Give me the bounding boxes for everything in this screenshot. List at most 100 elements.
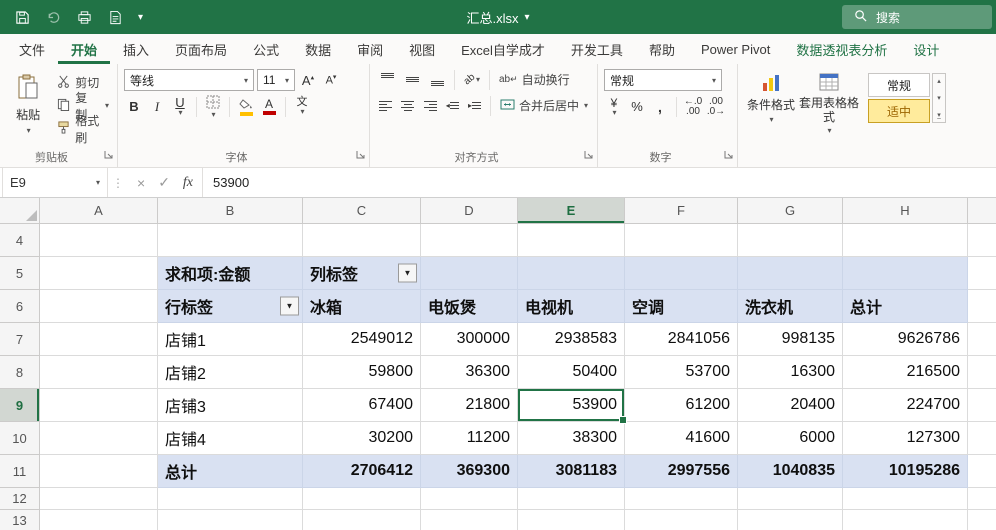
column-filter-button[interactable]: ▼: [398, 264, 417, 283]
cell-d13[interactable]: [421, 510, 518, 530]
tab-design[interactable]: 设计: [900, 34, 952, 64]
cell-b13[interactable]: [158, 510, 303, 530]
cell-a13[interactable]: [40, 510, 158, 530]
font-name-combo[interactable]: 等线 ▾: [124, 69, 254, 91]
decrease-decimal-button[interactable]: .00.0→: [706, 96, 726, 117]
cell-e12[interactable]: [518, 488, 625, 510]
cell-d6[interactable]: 电饭煲: [421, 290, 518, 323]
cell-a8[interactable]: [40, 356, 158, 389]
cell-d11[interactable]: 369300: [421, 455, 518, 488]
customize-qat-chevron-icon[interactable]: ▾: [138, 12, 143, 23]
insert-function-icon[interactable]: fx: [183, 175, 193, 191]
tab-developer[interactable]: 开发工具: [558, 34, 636, 64]
cell-d10[interactable]: 11200: [421, 422, 518, 455]
cell-a7[interactable]: [40, 323, 158, 356]
font-size-combo[interactable]: 11 ▾: [257, 69, 295, 91]
cell-h11[interactable]: 10195286: [843, 455, 968, 488]
accounting-format-button[interactable]: ¥▾: [604, 96, 624, 117]
cell-a9[interactable]: [40, 389, 158, 422]
cell-d12[interactable]: [421, 488, 518, 510]
row-header-6[interactable]: 6: [0, 290, 40, 323]
cell-style-moderate[interactable]: 适中: [868, 99, 930, 123]
cell-b11-total-label[interactable]: 总计: [158, 455, 303, 488]
cell-g4[interactable]: [738, 224, 843, 257]
cell-f6[interactable]: 空调: [625, 290, 738, 323]
title-dropdown-icon[interactable]: ▾: [524, 12, 529, 23]
column-header-f[interactable]: F: [625, 198, 738, 224]
cell-g11[interactable]: 1040835: [738, 455, 843, 488]
align-middle-button[interactable]: [401, 69, 423, 90]
cell-d5[interactable]: [421, 257, 518, 290]
cell-g9[interactable]: 20400: [738, 389, 843, 422]
row-header-11[interactable]: 11: [0, 455, 40, 488]
cell-c6[interactable]: 冰箱: [303, 290, 421, 323]
cell-g7[interactable]: 998135: [738, 323, 843, 356]
cell-e7[interactable]: 2938583: [518, 323, 625, 356]
cell-i9[interactable]: [968, 389, 996, 422]
row-header-4[interactable]: 4: [0, 224, 40, 257]
borders-button[interactable]: ▾: [203, 96, 223, 117]
cell-b8[interactable]: 店铺2: [158, 356, 303, 389]
cell-e4[interactable]: [518, 224, 625, 257]
cell-a6[interactable]: [40, 290, 158, 323]
align-bottom-button[interactable]: [426, 69, 448, 90]
cell-g10[interactable]: 6000: [738, 422, 843, 455]
cell-e10[interactable]: 38300: [518, 422, 625, 455]
clipboard-dialog-launcher[interactable]: [104, 146, 113, 164]
tab-insert[interactable]: 插入: [110, 34, 162, 64]
cell-f10[interactable]: 41600: [625, 422, 738, 455]
format-as-table-button[interactable]: 套用表格格式 ▾: [798, 69, 860, 150]
cell-f11[interactable]: 2997556: [625, 455, 738, 488]
cell-h9[interactable]: 224700: [843, 389, 968, 422]
column-header-g[interactable]: G: [738, 198, 843, 224]
cell-a4[interactable]: [40, 224, 158, 257]
cell-d4[interactable]: [421, 224, 518, 257]
cell-c10[interactable]: 30200: [303, 422, 421, 455]
cell-g5[interactable]: [738, 257, 843, 290]
conditional-formatting-button[interactable]: 条件格式 ▾: [744, 69, 798, 150]
cell-h12[interactable]: [843, 488, 968, 510]
cell-a10[interactable]: [40, 422, 158, 455]
format-painter-button[interactable]: 格式刷: [55, 118, 111, 139]
cell-a5[interactable]: [40, 257, 158, 290]
search-box[interactable]: 搜索: [842, 5, 992, 29]
cell-g8[interactable]: 16300: [738, 356, 843, 389]
cell-b6-row-label[interactable]: 行标签 ▼: [158, 290, 303, 323]
cell-b7[interactable]: 店铺1: [158, 323, 303, 356]
cell-b4[interactable]: [158, 224, 303, 257]
enter-icon[interactable]: ✓: [158, 174, 170, 191]
cell-g13[interactable]: [738, 510, 843, 530]
column-header-c[interactable]: C: [303, 198, 421, 224]
cell-styles-scroll[interactable]: ▴ ▾ ▾̲: [932, 73, 946, 123]
cell-e5[interactable]: [518, 257, 625, 290]
document-icon[interactable]: [107, 9, 123, 25]
align-top-button[interactable]: [376, 69, 398, 90]
cell-i13[interactable]: [968, 510, 996, 530]
column-header-e[interactable]: E: [518, 198, 625, 224]
tab-help[interactable]: 帮助: [636, 34, 688, 64]
tab-page-layout[interactable]: 页面布局: [162, 34, 240, 64]
align-left-button[interactable]: [376, 95, 395, 116]
font-dialog-launcher[interactable]: [356, 146, 365, 164]
cell-h6[interactable]: 总计: [843, 290, 968, 323]
cell-f8[interactable]: 53700: [625, 356, 738, 389]
alignment-dialog-launcher[interactable]: [584, 146, 593, 164]
cell-f4[interactable]: [625, 224, 738, 257]
cell-c7[interactable]: 2549012: [303, 323, 421, 356]
column-header-partial[interactable]: [968, 198, 996, 224]
cell-c4[interactable]: [303, 224, 421, 257]
cell-h7[interactable]: 9626786: [843, 323, 968, 356]
cell-i5[interactable]: [968, 257, 996, 290]
font-color-button[interactable]: A: [259, 96, 279, 117]
cell-i10[interactable]: [968, 422, 996, 455]
cell-e9-selected[interactable]: 53900: [518, 389, 625, 422]
row-header-13[interactable]: 13: [0, 510, 40, 530]
align-right-button[interactable]: [420, 95, 439, 116]
cell-c5-col-label[interactable]: 列标签 ▼: [303, 257, 421, 290]
tab-file[interactable]: 文件: [6, 34, 58, 64]
increase-font-size-button[interactable]: A▴: [298, 70, 318, 91]
cell-g12[interactable]: [738, 488, 843, 510]
formula-bar-splitter[interactable]: ⋮: [108, 168, 128, 197]
save-icon[interactable]: [14, 9, 30, 25]
cell-i11[interactable]: [968, 455, 996, 488]
